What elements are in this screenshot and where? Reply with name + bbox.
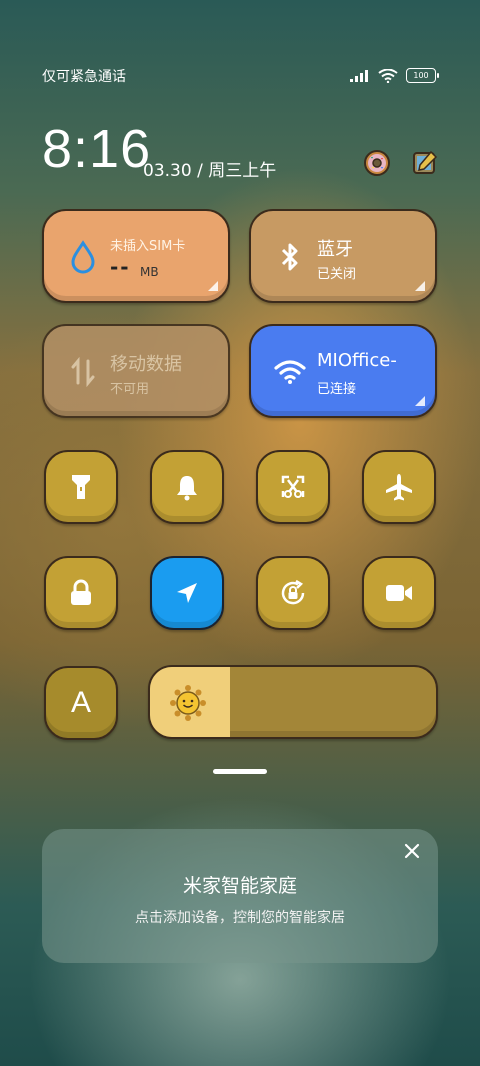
status-icons: 100: [350, 68, 439, 83]
expand-corner-icon: [415, 396, 425, 406]
water-drop-icon: [66, 239, 100, 275]
carrier-text: 仅可紧急通话: [42, 69, 126, 85]
video-camera-icon: [386, 585, 412, 601]
wifi-status-icon: [378, 68, 398, 83]
scissors-icon: [281, 475, 305, 498]
lock-icon: [71, 579, 91, 605]
flashlight-toggle[interactable]: [44, 450, 118, 524]
bluetooth-title: 蓝牙: [317, 239, 353, 260]
clock-date[interactable]: 03.30 / 周三上午: [143, 156, 276, 181]
mobile-data-status: 不可用: [110, 382, 150, 397]
mobile-data-tile[interactable]: 移动数据 不可用: [42, 324, 230, 418]
wifi-icon: [273, 354, 307, 390]
drag-handle[interactable]: [213, 769, 267, 774]
data-usage-unit: MB: [140, 265, 159, 279]
smart-home-title: 米家智能家庭: [182, 875, 297, 897]
flashlight-icon: [72, 475, 90, 499]
smart-home-card[interactable]: 米家智能家庭 点击添加设备，控制您的智能家居: [42, 829, 438, 963]
sim-status: 未插入SIM卡: [110, 239, 186, 254]
location-arrow-icon: [177, 583, 197, 603]
lock-screen-toggle[interactable]: [44, 556, 118, 630]
rotation-lock-toggle[interactable]: [256, 556, 330, 630]
airplane-icon: [386, 474, 412, 501]
location-toggle[interactable]: [150, 556, 224, 630]
bell-icon: [177, 476, 197, 501]
wifi-tile[interactable]: MIOffice- 已连接: [249, 324, 437, 418]
rotation-lock-icon: [281, 579, 305, 605]
donut-icon[interactable]: [362, 148, 392, 178]
screen-record-toggle[interactable]: [362, 556, 436, 630]
expand-corner-icon: [415, 281, 425, 291]
bluetooth-status: 已关闭: [317, 267, 357, 282]
expand-corner-icon: [208, 281, 218, 291]
auto-brightness-label: A: [70, 686, 91, 719]
screenshot-toggle[interactable]: [256, 450, 330, 524]
airplane-toggle[interactable]: [362, 450, 436, 524]
clock-time[interactable]: 8:16: [42, 118, 151, 180]
battery-icon: 100: [406, 68, 439, 83]
wifi-title: MIOffice-: [317, 350, 397, 371]
data-usage-tile[interactable]: 未插入SIM卡 -- MB: [42, 209, 230, 303]
brightness-slider[interactable]: [148, 665, 438, 739]
wifi-status: 已连接: [317, 382, 357, 397]
close-icon[interactable]: [402, 841, 422, 861]
auto-brightness-button[interactable]: A: [44, 666, 118, 740]
mobile-data-icon: [66, 354, 100, 390]
edit-icon[interactable]: [410, 148, 440, 178]
sun-icon: [170, 685, 206, 721]
smart-home-subtitle: 点击添加设备，控制您的智能家居: [135, 910, 345, 926]
data-usage-value: --: [110, 255, 131, 279]
status-bar: 仅可紧急通话 100: [42, 64, 439, 88]
ring-toggle[interactable]: [150, 450, 224, 524]
bluetooth-icon: [273, 239, 307, 275]
signal-icon: [350, 69, 368, 82]
bluetooth-tile[interactable]: 蓝牙 已关闭: [249, 209, 437, 303]
mobile-data-title: 移动数据: [110, 354, 182, 375]
